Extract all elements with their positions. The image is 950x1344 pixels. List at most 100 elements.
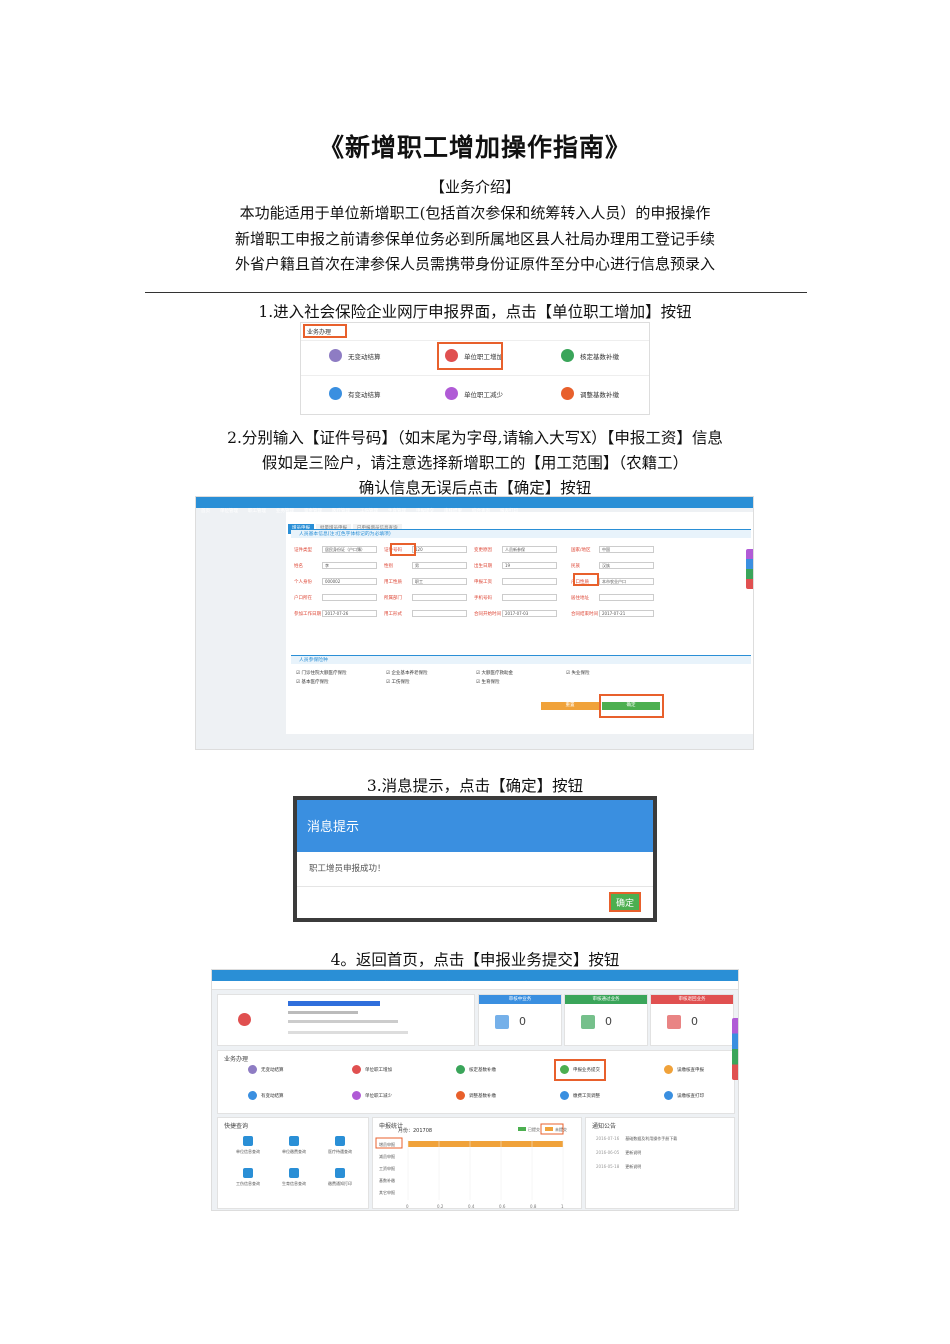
quick-query-item[interactable]: 单位缴费查询 [274, 1136, 314, 1155]
business-tile[interactable]: 误缴核查打印 [664, 1091, 704, 1100]
quick-query-item[interactable]: 缴费通知打印 [320, 1168, 360, 1187]
tile-icon [248, 1065, 257, 1074]
x-tick-label: 0.4 [468, 1204, 475, 1209]
tile-label: 误缴核查打印 [677, 1093, 704, 1099]
field-input[interactable]: 000002 [322, 578, 377, 585]
business-tile[interactable]: 无变动结算 [248, 1065, 284, 1074]
field-input[interactable]: 本市农业户口 [599, 578, 654, 585]
business-tile[interactable]: 核定基数补缴 [456, 1065, 496, 1074]
insurance-checkbox[interactable]: ☑ 失业保险 [566, 670, 589, 676]
field-input[interactable] [599, 594, 654, 601]
field-input[interactable]: 19 [502, 562, 557, 569]
field-label: 用工性质 [384, 580, 402, 585]
field-input[interactable]: 2017-07-26 [322, 610, 377, 617]
tile-change-settle[interactable]: 有变动结算 [329, 387, 381, 400]
tile-label: 单位职工减少 [365, 1093, 392, 1099]
tile-label: 有变动结算 [261, 1093, 284, 1099]
quick-query-item[interactable]: 生育信息查询 [274, 1168, 314, 1187]
insurance-checkbox[interactable]: ☑ 企业基本养老保险 [386, 670, 427, 676]
nav-item[interactable]: 首页 [201, 506, 210, 517]
legend-label: 未提交 [555, 1126, 567, 1132]
intro-line: 外省户籍且首次在津参保人员需携带身份证原件至分中心进行信息预录入 [234, 255, 715, 273]
x-tick-label: 0.2 [437, 1204, 444, 1209]
business-tile[interactable]: 缴费工资调整 [560, 1091, 600, 1100]
side-toolbar[interactable] [732, 1018, 738, 1080]
notice-text: 更新说明 [625, 1164, 642, 1169]
calc-icon [329, 387, 342, 400]
status-card[interactable]: 审核通过业务 0 [564, 994, 648, 1046]
field-label: 手机号码 [474, 596, 492, 601]
field-input[interactable]: 2017-07-03 [502, 610, 557, 617]
reset-button[interactable]: 重置 [541, 702, 599, 710]
notice-item[interactable]: 2016-05-18 更新说明 [596, 1164, 641, 1170]
insurance-checkbox[interactable]: ☑ 生育保险 [476, 679, 499, 685]
insurance-checkbox[interactable]: ☑ 门诊住院大额医疗保险 [296, 670, 346, 676]
field-input[interactable] [502, 578, 557, 585]
field-label: 所属部门 [384, 596, 402, 601]
field-input[interactable] [412, 610, 467, 617]
notice-item[interactable]: 2016-06-05 更新说明 [596, 1150, 641, 1156]
tile-label: 核定基数补缴 [469, 1067, 496, 1073]
tile-base-makeup[interactable]: 核定基数补缴 [561, 349, 619, 362]
page-title: 《新增职工增加操作指南》 [318, 133, 631, 162]
field-label: 户口所在 [294, 596, 312, 601]
field-input[interactable]: 汉族 [599, 562, 654, 569]
side-toolbar[interactable] [746, 549, 753, 589]
highlight-box [390, 543, 416, 556]
notice-date: 2016-06-05 [596, 1150, 620, 1155]
tile-icon [456, 1091, 465, 1100]
status-card[interactable]: 审核中业务 0 [478, 994, 562, 1046]
field-input[interactable] [412, 594, 467, 601]
status-card[interactable]: 审核退回业务 0 [650, 994, 734, 1046]
section-basic-info: 人员基本信息(注:红色字体标记的为必填项) [291, 529, 751, 538]
nav-item[interactable]: 单位管理 [220, 506, 238, 517]
query-icon [335, 1168, 345, 1178]
notice-item[interactable]: 2016-07-16 基础数据及利用操作手册下载 [596, 1136, 677, 1142]
field-label: 国家/地区 [571, 548, 591, 553]
field-input[interactable]: 男 [412, 562, 467, 569]
field-label: 变更原因 [474, 548, 492, 553]
quick-query-item[interactable]: 医疗待遇查询 [320, 1136, 360, 1155]
section-insurance: 人员参保险种 [291, 655, 751, 664]
step-1-instruction: 1.进入社会保险企业网厅申报界面，点击【单位职工增加】按钮 [258, 303, 692, 321]
insurance-checkbox[interactable]: ☑ 基本医疗保险 [296, 679, 328, 685]
field-input[interactable] [322, 594, 377, 601]
business-tile[interactable]: 单位职工减少 [352, 1091, 392, 1100]
field-input[interactable]: 职工 [412, 578, 467, 585]
field-input[interactable]: 2017-07-21 [599, 610, 654, 617]
business-tile[interactable]: 单位职工增加 [352, 1065, 392, 1074]
field-input[interactable]: 120 [412, 546, 467, 553]
insurance-checkbox[interactable]: ☑ 大额医疗救助金 [476, 670, 513, 676]
tile-label: 单位职工增加 [365, 1067, 392, 1073]
quick-query-header: 快捷查询 [224, 1123, 249, 1130]
person-icon [329, 349, 342, 362]
quick-query-item[interactable]: 工伤信息查询 [228, 1168, 268, 1187]
notice-text: 基础数据及利用操作手册下载 [625, 1136, 678, 1141]
user-panel [217, 994, 475, 1046]
business-tile[interactable]: 误缴核查申报 [664, 1065, 704, 1074]
status-icon [667, 1015, 681, 1029]
step-4-instruction: 4。返回首页，点击【申报业务提交】按钮 [330, 951, 620, 969]
tile-no-change-settle[interactable]: 无变动结算 [329, 349, 381, 362]
quick-query-item[interactable]: 单位信息查询 [228, 1136, 268, 1155]
status-card-label: 审核退回业务 [651, 995, 733, 1004]
field-input[interactable]: 居民身份证（户口簿） [322, 546, 377, 553]
tile-remove-employee[interactable]: 单位职工减少 [445, 387, 503, 400]
insurance-checkbox[interactable]: ☑ 工伤保险 [386, 679, 409, 685]
tile-adjust-base[interactable]: 调整基数补缴 [561, 387, 619, 400]
query-icon [243, 1168, 253, 1178]
business-tile[interactable]: 调整基数补缴 [456, 1091, 496, 1100]
query-label: 工伤信息查询 [236, 1181, 260, 1186]
field-input[interactable]: 李 [322, 562, 377, 569]
nav-item[interactable]: 职工管理 [248, 506, 266, 517]
business-tile[interactable]: 有变动结算 [248, 1091, 284, 1100]
business-panel: 业务办理 无变动结算 单位职工增加 核定基数补缴 申报业务提交 误缴核查申报 有变动结算单… [217, 1050, 735, 1114]
field-input[interactable]: 人员新参保 [502, 546, 557, 553]
dialog-message: 职工增员申报成功！ [309, 864, 386, 874]
field-input[interactable]: 中国 [599, 546, 654, 553]
dialog-ok-button[interactable]: 确定 [609, 892, 641, 912]
tile-icon [456, 1065, 465, 1074]
field-input[interactable] [502, 594, 557, 601]
tile-icon [248, 1091, 257, 1100]
legend-swatch [518, 1127, 526, 1131]
